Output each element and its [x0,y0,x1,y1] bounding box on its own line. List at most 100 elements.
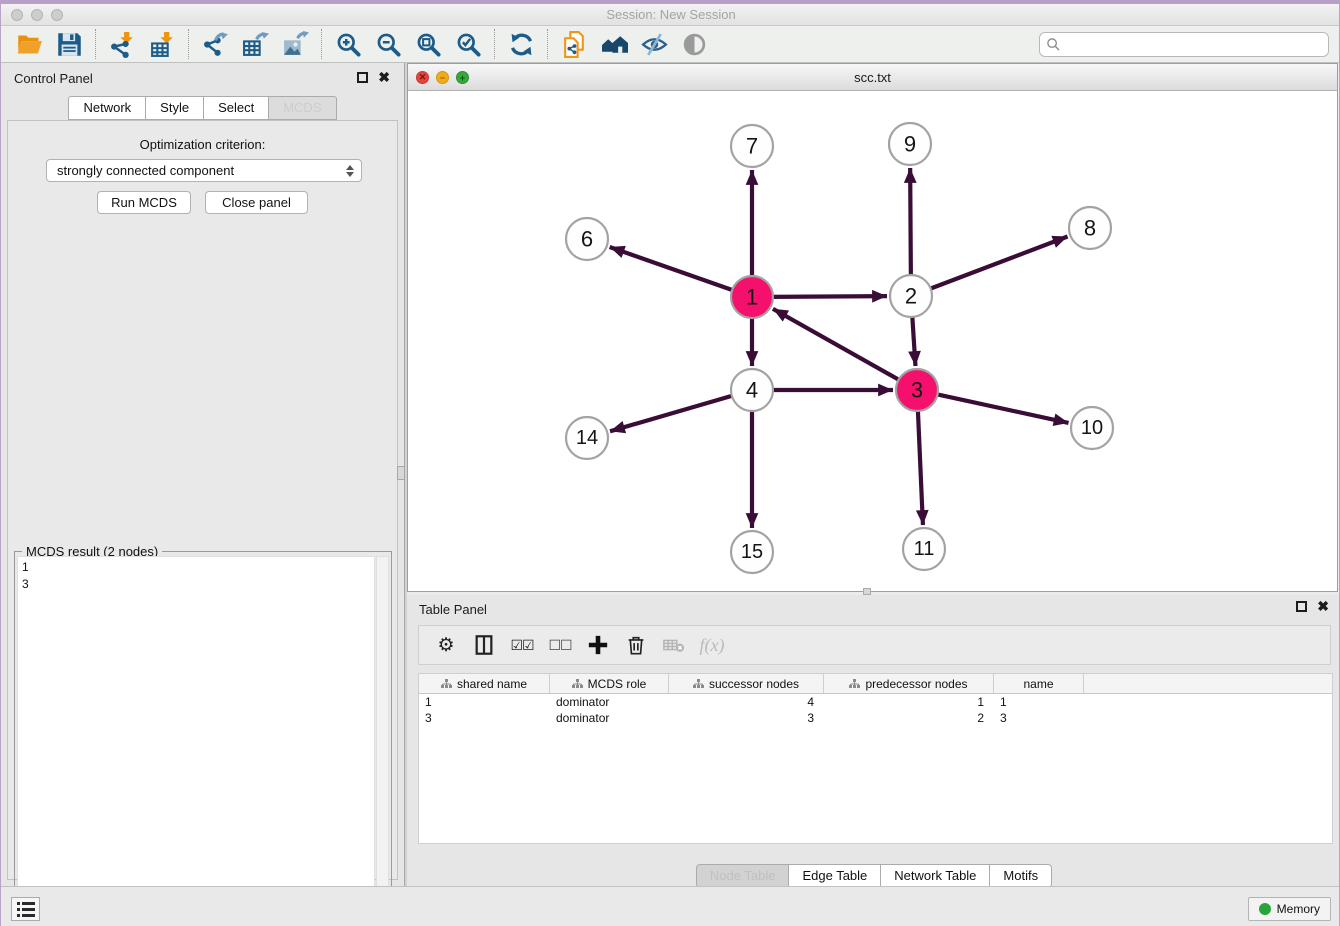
float-table-panel-icon[interactable] [1296,601,1307,612]
delete-column-icon [663,634,685,656]
network-scrollbar-handle[interactable] [863,588,871,595]
main-titlebar[interactable]: Session: New Session [1,4,1340,26]
zoom-in-icon [335,31,362,58]
first-neighbors-button[interactable] [597,28,631,60]
graph-edge-3-11[interactable] [918,408,923,525]
graph-edge-1-2[interactable] [770,296,887,297]
graph-node-15[interactable]: 15 [731,531,773,573]
deselect-all-button[interactable]: ☐☐ [547,632,573,658]
graph-node-9[interactable]: 9 [889,123,931,165]
export-image-button[interactable] [278,28,312,60]
table-row[interactable]: 3dominator323 [419,710,1332,726]
table-options-button[interactable]: ⚙ [433,632,459,658]
graph-edge-3-1[interactable] [773,309,901,381]
graph-node-4[interactable]: 4 [731,369,773,411]
hide-graphics-details-icon [641,31,668,58]
tab-network[interactable]: Network [68,96,146,120]
show-columns-button[interactable] [471,632,497,658]
column-header-predecessor-nodes[interactable]: predecessor nodes [824,674,994,693]
duplicate-network-button[interactable] [557,28,591,60]
network-window-titlebar[interactable]: ✕ − + scc.txt [408,64,1337,91]
delete-column-button[interactable] [661,632,687,658]
tab-mcds[interactable]: MCDS [269,96,336,120]
graph-node-7[interactable]: 7 [731,125,773,167]
select-all-button[interactable]: ☑☑ [509,632,535,658]
graph-edge-2-3[interactable] [912,314,915,366]
task-history-button[interactable] [11,897,40,921]
tab-select[interactable]: Select [204,96,269,120]
graph-node-14[interactable]: 14 [566,417,608,459]
criterion-value: strongly connected component [47,163,341,178]
import-table-button[interactable] [145,28,179,60]
panel-divider-handle[interactable] [397,466,405,480]
function-builder-button[interactable]: f(x) [699,632,725,658]
column-header-successor-nodes[interactable]: successor nodes [669,674,824,693]
toolbar-separator [494,29,495,59]
graph-edge-2-9[interactable] [910,168,911,278]
svg-text:11: 11 [914,538,935,560]
hide-graphics-button[interactable] [637,28,671,60]
float-panel-icon[interactable] [357,72,368,83]
tab-motifs[interactable]: Motifs [990,864,1052,888]
column-header-name[interactable]: name [994,674,1084,693]
graph-node-8[interactable]: 8 [1069,207,1111,249]
network-canvas[interactable]: 7 9 6 8 1 2 4 3 10 14 15 11 [408,91,1337,588]
zoom-out-button[interactable] [371,28,405,60]
node-table[interactable]: shared nameMCDS rolesuccessor nodesprede… [418,673,1333,844]
graph-node-10[interactable]: 10 [1071,407,1113,449]
mcds-result-scrollbar[interactable] [376,556,389,926]
graph-edge-3-10[interactable] [935,394,1069,423]
svg-text:6: 6 [581,227,593,252]
criterion-select[interactable]: strongly connected component [46,159,362,182]
search-input[interactable] [1065,35,1328,55]
refresh-button[interactable] [504,28,538,60]
column-header-mcds-role[interactable]: MCDS role [550,674,669,693]
tab-network-table[interactable]: Network Table [881,864,990,888]
close-panel-button[interactable]: Close panel [205,191,308,214]
graph-node-3[interactable]: 3 [896,369,938,411]
graph-node-11[interactable]: 11 [903,528,945,570]
zoom-selected-button[interactable] [451,28,485,60]
svg-text:8: 8 [1084,216,1096,241]
search-field[interactable] [1039,32,1329,57]
zoom-fit-button[interactable] [411,28,445,60]
open-session-button[interactable] [12,28,46,60]
close-panel-icon[interactable]: ✖ [378,70,390,84]
control-panel-title: Control Panel [14,71,93,86]
run-mcds-button[interactable]: Run MCDS [97,191,191,214]
cell-shared-name: 1 [419,694,550,710]
toolbar-separator [188,29,189,59]
mcds-result-text[interactable]: 1 3 [17,556,375,926]
table-row[interactable]: 1dominator411 [419,694,1332,710]
graph-edge-2-8[interactable] [928,237,1068,290]
delete-row-button[interactable] [623,632,649,658]
graph-edge-4-14[interactable] [610,395,735,431]
status-bar: Memory [1,886,1340,926]
svg-text:14: 14 [576,427,598,449]
graph-edge-1-6[interactable] [610,247,735,291]
tab-style[interactable]: Style [146,96,204,120]
show-graphics-button[interactable] [677,28,711,60]
zoom-selected-icon [455,31,482,58]
zoom-fit-icon [415,31,442,58]
memory-button[interactable]: Memory [1248,897,1331,921]
column-header-shared-name[interactable]: shared name [419,674,550,693]
cell-successor-nodes: 4 [669,694,824,710]
mcds-panel: Optimization criterion: strongly connect… [7,120,398,880]
save-session-button[interactable] [52,28,86,60]
tab-node-table[interactable]: Node Table [696,864,790,888]
add-row-button[interactable] [585,632,611,658]
graph-node-1[interactable]: 1 [731,276,773,318]
close-table-panel-icon[interactable]: ✖ [1317,599,1329,613]
cell-predecessor-nodes: 2 [824,710,994,726]
tab-edge-table[interactable]: Edge Table [789,864,881,888]
export-table-button[interactable] [238,28,272,60]
table-toolbar: ⚙ ☑☑ ☐☐ f(x) [418,625,1331,665]
import-network-button[interactable] [105,28,139,60]
graph-node-2[interactable]: 2 [890,275,932,317]
hierarchy-icon [849,679,860,689]
zoom-in-button[interactable] [331,28,365,60]
graph-node-6[interactable]: 6 [566,218,608,260]
export-network-button[interactable] [198,28,232,60]
network-view-window: ✕ − + scc.txt 7 9 6 8 1 2 4 3 10 14 15 11 [407,63,1338,592]
